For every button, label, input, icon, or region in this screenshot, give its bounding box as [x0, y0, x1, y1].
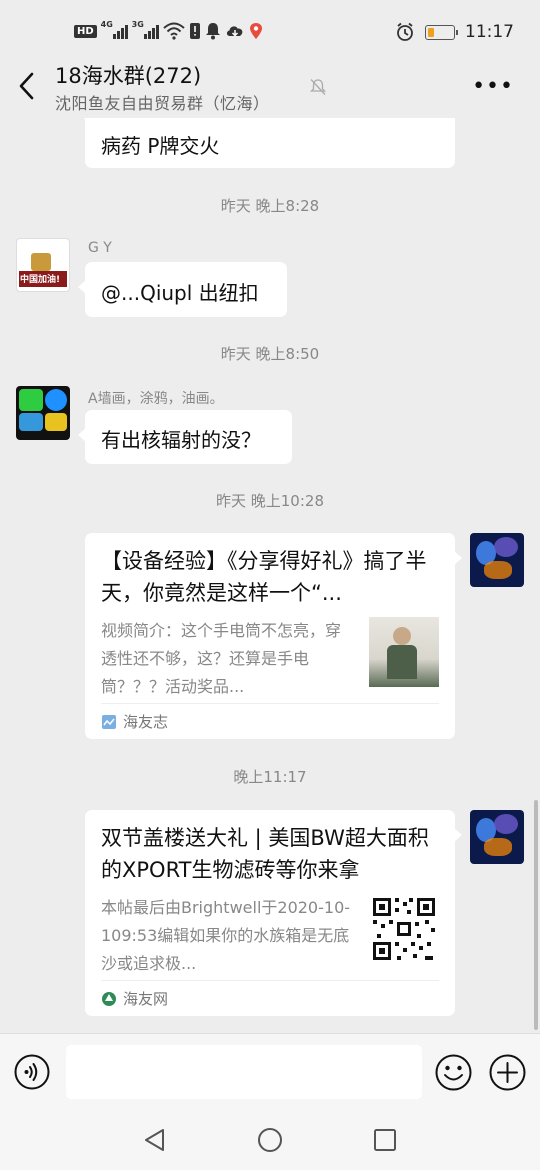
status-bar: HD 4G 3G 11:17: [0, 0, 540, 62]
sim-alert-icon: [189, 23, 200, 39]
clock: 11:17: [465, 22, 514, 42]
battery-icon: [425, 24, 458, 40]
signal-icon: 4G: [100, 20, 128, 39]
avatar[interactable]: [16, 386, 70, 440]
link-card[interactable]: 双节盖楼送大礼 | 美国BW超大面积的XPORT生物滤砖等你来拿 本帖最后由Br…: [85, 810, 462, 1016]
message-bubble[interactable]: 病药 P牌交火: [78, 118, 455, 168]
system-nav-bar: [0, 1109, 540, 1170]
nav-back-icon[interactable]: [142, 1127, 168, 1153]
status-left-icons: HD 4G 3G: [74, 20, 263, 40]
self-avatar[interactable]: [470, 810, 524, 864]
plus-icon[interactable]: [489, 1054, 526, 1091]
chat-title: 18海水群(272): [55, 64, 202, 88]
more-options-button[interactable]: •••: [472, 74, 514, 99]
card-source-name: 海友志: [123, 713, 169, 731]
qr-code-image: [369, 894, 439, 964]
link-card[interactable]: 【设备经验】《分享得好礼》搞了半天，你竟然是这样一个“... 视频简介：这个手电…: [85, 533, 462, 739]
chat-messages: 病药 P牌交火 昨天 晚上8:28 中国加油! G Y @...Qiupl 出纽…: [0, 118, 540, 1033]
message-text: 有出核辐射的没？: [101, 428, 261, 452]
chat-subtitle: 沈阳鱼友自由贸易群（忆海）: [55, 94, 270, 113]
signal-icon: 3G: [131, 20, 159, 39]
card-title: 双节盖楼送大礼 | 美国BW超大面积的XPORT生物滤砖等你来拿: [101, 826, 429, 882]
card-source-name: 海友网: [123, 990, 169, 1008]
avatar[interactable]: 中国加油!: [16, 238, 70, 292]
nav-recents-icon[interactable]: [372, 1127, 398, 1153]
timestamp: 晚上11:17: [233, 768, 307, 786]
voice-input-icon[interactable]: [14, 1054, 50, 1090]
card-thumbnail: [369, 617, 439, 687]
site-logo-icon: [102, 991, 116, 1006]
scrollbar[interactable]: [534, 800, 538, 1030]
card-source: 海友网: [101, 980, 439, 1016]
card-description: 本帖最后由Brightwell于2020-10-109:53编辑如果你的水族箱是…: [101, 898, 351, 973]
card-source: 海友志: [101, 703, 439, 739]
sender-name: A墙画，涂鸦，油画。: [88, 391, 224, 407]
input-bar: [0, 1033, 540, 1109]
mini-program-icon: [102, 714, 116, 729]
timestamp: 昨天 晚上8:28: [220, 197, 320, 215]
emoji-icon[interactable]: [435, 1054, 472, 1091]
timestamp: 昨天 晚上10:28: [216, 492, 324, 510]
nav-home-icon[interactable]: [257, 1127, 283, 1153]
wifi-icon: [163, 22, 185, 40]
location-pin-icon: [249, 23, 262, 39]
card-title: 【设备经验】《分享得好礼》搞了半天，你竟然是这样一个“...: [101, 549, 427, 605]
timestamp: 昨天 晚上8:50: [220, 345, 320, 363]
network-type: 4G: [100, 20, 113, 29]
message-bubble[interactable]: @...Qiupl 出纽扣: [78, 262, 287, 317]
self-avatar[interactable]: [470, 533, 524, 587]
message-input[interactable]: [66, 1045, 422, 1099]
mute-bell-icon: [309, 79, 327, 95]
cloud-download-icon: [226, 26, 243, 37]
back-arrow-icon[interactable]: [14, 68, 42, 104]
card-description: 视频简介：这个手电筒不怎亮，穿透性还不够，这？还算是手电筒？？？活动奖品...: [101, 621, 342, 696]
message-text: 病药 P牌交火: [101, 134, 220, 158]
sender-name: G Y: [88, 240, 112, 256]
status-right: 11:17: [395, 22, 514, 42]
chat-header: 18海水群(272) 沈阳鱼友自由贸易群（忆海） •••: [0, 56, 540, 118]
bell-icon: [205, 23, 220, 40]
alarm-icon: [397, 22, 413, 41]
message-text: @...Qiupl 出纽扣: [101, 281, 259, 305]
hd-badge: HD: [74, 24, 97, 38]
avatar-text: 中国加油!: [20, 275, 61, 285]
message-bubble[interactable]: 有出核辐射的没？: [78, 410, 292, 464]
network-type: 3G: [131, 20, 144, 29]
